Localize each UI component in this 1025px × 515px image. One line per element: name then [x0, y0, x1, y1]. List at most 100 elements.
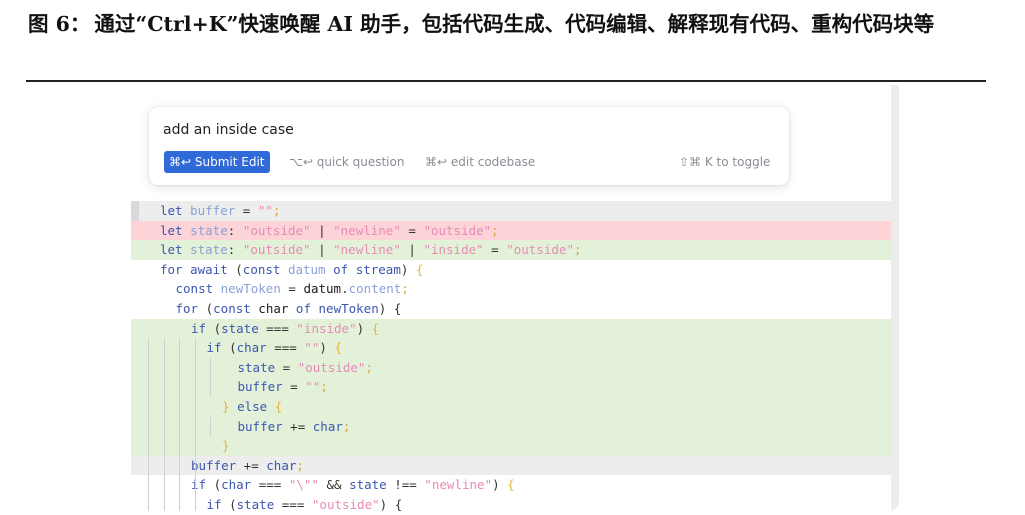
code-token: datum: [287, 261, 326, 277]
indent-guide: [148, 416, 149, 437]
code-token: {: [274, 398, 283, 414]
indent-guide: [163, 455, 165, 476]
code-token: newToken: [318, 300, 379, 316]
code-token: }: [222, 398, 238, 414]
indent-guide: [179, 377, 180, 397]
prompt-input[interactable]: [163, 120, 723, 140]
code-token: if: [206, 496, 230, 511]
code-line[interactable]: if (char === "\"" && state !== "newline"…: [131, 475, 891, 495]
indent-guide: [148, 436, 149, 456]
code-token: const: [242, 261, 288, 277]
indent-guide: [210, 357, 211, 378]
code-token: |: [310, 222, 334, 238]
code-token: if: [206, 340, 230, 356]
editor-scrollbar-track[interactable]: [891, 85, 899, 511]
code-token: +=: [236, 457, 267, 473]
code-token: &&: [318, 477, 350, 493]
code-token: content: [348, 281, 402, 297]
code-token: {: [394, 496, 403, 511]
code-token: stream: [355, 261, 401, 277]
indent-guide: [163, 377, 165, 397]
code-line[interactable]: for await (const datum of stream) {: [131, 259, 891, 280]
code-token: .: [341, 281, 349, 297]
code-line[interactable]: buffer += char;: [131, 416, 891, 437]
code-line[interactable]: buffer = "";: [131, 377, 891, 397]
code-token: |: [400, 242, 424, 258]
code-token: for: [175, 300, 206, 316]
code-line[interactable]: if (state === "outside") {: [131, 494, 891, 511]
code-token: =: [235, 203, 258, 218]
indent-guide: [194, 377, 196, 397]
indent-guide: [194, 475, 196, 495]
indent-guide: [210, 377, 211, 397]
diff-gutter-marker: [131, 201, 139, 221]
code-token: "": [304, 340, 320, 356]
indent-guide: [148, 377, 149, 397]
code-line[interactable]: state = "outside";: [131, 357, 891, 378]
indent-guide: [163, 338, 165, 358]
indent-guide: [163, 416, 165, 437]
code-line[interactable]: if (char === "") {: [131, 338, 891, 358]
code-token: buffer: [237, 379, 283, 395]
code-token: datum: [303, 281, 342, 297]
code-token: {: [507, 477, 515, 493]
indent-guide: [163, 357, 165, 378]
submit-edit-button[interactable]: ⌘↩ Submit Edit: [164, 151, 270, 173]
code-token: ;: [491, 222, 499, 238]
code-token: state: [190, 242, 228, 258]
code-token: let: [160, 242, 191, 258]
code-token: ;: [320, 379, 328, 395]
indent-guide: [148, 338, 149, 358]
code-token: {: [393, 300, 402, 316]
code-line[interactable]: let state: "outside" | "newline" = "outs…: [131, 220, 891, 241]
indent-guide: [194, 436, 196, 456]
code-line[interactable]: for (const char of newToken) {: [131, 298, 891, 319]
code-token: :: [227, 242, 243, 258]
indent-guide: [163, 475, 165, 495]
code-token: "newline": [424, 477, 493, 493]
code-token: state: [349, 477, 387, 493]
code-token: ;: [272, 203, 281, 218]
code-token: "": [257, 203, 273, 218]
indent-guide: [163, 494, 165, 511]
indent-guide: [179, 475, 180, 495]
code-token: newToken: [220, 281, 281, 297]
code-token: +=: [282, 418, 313, 434]
cmd-k-prompt: ⌘↩ Submit Edit ⌥↩ quick question ⌘↩ edit…: [149, 107, 789, 185]
code-line[interactable]: buffer += char;: [131, 455, 891, 476]
code-token: =: [280, 281, 304, 297]
code-token: ===: [274, 496, 312, 511]
code-token: "newline": [333, 222, 401, 238]
code-token: "outside": [242, 222, 311, 238]
code-token: "\"": [288, 477, 319, 493]
quick-question-option[interactable]: ⌥↩ quick question: [289, 153, 404, 171]
code-token: of: [288, 300, 319, 316]
indent-guide: [179, 455, 180, 476]
edit-codebase-option[interactable]: ⌘↩ edit codebase: [425, 153, 535, 171]
code-line[interactable]: } else {: [131, 396, 891, 417]
code-line[interactable]: const newToken = datum.content;: [131, 279, 891, 299]
code-line[interactable]: let state: "outside" | "newline" | "insi…: [131, 240, 891, 260]
code-token: state: [236, 496, 275, 511]
code-line[interactable]: let buffer = "";: [131, 201, 891, 221]
code-line[interactable]: if (state === "inside") {: [131, 318, 891, 339]
code-token: ): [319, 340, 335, 356]
code-token: "outside": [311, 496, 380, 511]
code-line[interactable]: }: [131, 436, 891, 456]
code-token: char: [236, 340, 267, 356]
code-token: state: [237, 359, 276, 375]
toggle-hint: ⇧⌘ K to toggle: [679, 155, 771, 169]
code-token: char: [312, 418, 343, 434]
indent-guide: [194, 357, 196, 378]
code-token: ===: [258, 320, 297, 336]
code-token: }: [222, 438, 230, 454]
code-token: ;: [401, 281, 409, 297]
code-editor[interactable]: let buffer = ""; let state: "outside" | "…: [131, 201, 891, 511]
code-token: "inside": [296, 320, 357, 336]
indent-guide: [194, 455, 196, 476]
code-token: char: [258, 300, 289, 316]
indent-guide: [179, 357, 180, 378]
indent-guide: [163, 436, 165, 456]
code-token: let: [160, 222, 191, 238]
code-token: ;: [365, 359, 373, 375]
